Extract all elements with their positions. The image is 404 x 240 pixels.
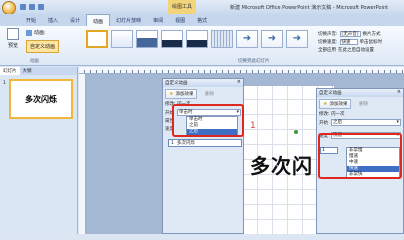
remove-button[interactable]: 删除 xyxy=(205,92,214,97)
apply-all-button[interactable]: 全部应用 xyxy=(318,47,336,53)
redo-icon[interactable] xyxy=(38,4,44,10)
sound-select[interactable]: [无声音] xyxy=(339,31,361,37)
animation-label: 动画: xyxy=(34,30,46,36)
animation-item-number: 1 xyxy=(171,141,174,146)
add-effect-label-2: 添加效果 xyxy=(329,102,348,107)
tab-format[interactable]: 格式 xyxy=(191,14,213,26)
window-title: 新建 Microsoft Office PowerPoint 演示文稿 - Mi… xyxy=(230,5,389,11)
quick-access-toolbar xyxy=(20,4,44,10)
transition-thumb-6[interactable] xyxy=(236,30,258,48)
slides-panel-tabs: 幻灯片 大纲 xyxy=(0,67,77,75)
speed-label: 切换速度: xyxy=(318,40,338,45)
modify-label-row-2: 修改: 闪一次 xyxy=(319,111,401,117)
transition-none-thumb[interactable] xyxy=(86,30,108,48)
preview-label: 预览 xyxy=(7,43,18,49)
pane-title-bar: 自定义动画 × xyxy=(163,79,243,87)
highlight-box-speed xyxy=(318,133,402,179)
tab-review[interactable]: 审阅 xyxy=(147,14,169,26)
custom-animation-pane-1: 自定义动画 × ★ 添加效果 删除 修改: 闪一次 开始 单击时 属性 速度 xyxy=(162,78,244,234)
pane-title-2: 自定义动画 xyxy=(319,91,342,96)
transition-options: 切换声音: [无声音] 换片方式 切换速度: 快速 单击鼠标时 全部应用 在此之… xyxy=(318,30,402,54)
highlight-box-start xyxy=(172,104,244,137)
animation-icon xyxy=(26,29,32,36)
slide-number: 1 xyxy=(3,81,6,86)
pane-title-bar-2: 自定义动画 × xyxy=(317,89,403,97)
custom-animation-button[interactable]: 自定义动画 xyxy=(26,40,60,53)
ribbon-tabs: 开始 插入 设计 动画 幻灯片放映 审阅 视图 格式 xyxy=(0,14,404,26)
undo-icon[interactable] xyxy=(29,4,35,10)
horizontal-ruler xyxy=(79,67,404,74)
office-button[interactable] xyxy=(2,1,16,15)
animation-selector[interactable]: 动画: xyxy=(26,29,46,36)
drawing-tools-context: 绘图工具 xyxy=(168,0,197,14)
after-checkbox[interactable]: 在此之后自动设置 xyxy=(338,47,374,53)
slide-thumbnail[interactable]: 多次闪烁 xyxy=(9,79,73,119)
transition-thumb-8[interactable] xyxy=(286,30,308,48)
tab-animations[interactable]: 动画 xyxy=(86,14,111,26)
tab-slideshow[interactable]: 幻灯片放映 xyxy=(110,14,147,26)
title-bar: 绘图工具 新建 Microsoft Office PowerPoint 演示文稿… xyxy=(0,0,404,15)
animation-item-text: 多次闪烁 xyxy=(176,141,195,146)
tab-outline[interactable]: 大纲 xyxy=(20,67,35,75)
preview-icon xyxy=(7,28,19,40)
speed-select[interactable]: 快速 xyxy=(339,39,358,45)
modify-label-2: 修改: 闪一次 xyxy=(319,112,345,117)
transition-thumb-3[interactable] xyxy=(161,30,183,48)
tab-view[interactable]: 视图 xyxy=(169,14,191,26)
tab-design[interactable]: 设计 xyxy=(64,14,86,26)
advance-label: 换片方式 xyxy=(362,32,381,37)
add-effect-button-2[interactable]: ★ 添加效果 xyxy=(319,99,352,109)
slide-title-text[interactable]: 多次闪 xyxy=(250,150,313,179)
transition-gallery xyxy=(86,30,308,48)
tab-insert[interactable]: 插入 xyxy=(42,14,64,26)
sound-label: 切换声音: xyxy=(318,32,338,37)
transition-thumb-4[interactable] xyxy=(186,30,208,48)
add-effect-button[interactable]: ★ 添加效果 xyxy=(165,89,198,99)
preview-button[interactable]: 预览 xyxy=(3,28,23,54)
vertical-ruler xyxy=(79,74,86,234)
transition-thumb-1[interactable] xyxy=(111,30,133,48)
start-label-2: 开始 xyxy=(319,120,328,126)
rotate-handle[interactable] xyxy=(294,130,298,134)
tab-home[interactable]: 开始 xyxy=(20,14,42,26)
animation-list-item[interactable]: 1 多次闪烁 xyxy=(168,139,242,147)
start-select-2[interactable]: 之后 xyxy=(331,119,401,126)
group-label-transition: 切换到此幻灯片 xyxy=(238,59,270,64)
remove-button-2[interactable]: 删除 xyxy=(359,102,368,107)
animation-list-item-2[interactable]: 1 xyxy=(320,147,338,154)
save-icon[interactable] xyxy=(20,4,26,10)
slides-panel: 幻灯片 大纲 1 多次闪烁 xyxy=(0,67,78,234)
group-label-animation: 动画 xyxy=(30,59,39,64)
add-effect-label: 添加效果 xyxy=(175,92,194,97)
transition-thumb-7[interactable] xyxy=(261,30,283,48)
transition-thumb-5[interactable] xyxy=(211,30,233,48)
ribbon: 预览 动画: 自定义动画 动画 切换到此幻灯片 切换声音: [无声音] 换片方式… xyxy=(0,26,404,66)
pane-title: 自定义动画 xyxy=(165,81,188,86)
close-icon[interactable]: × xyxy=(237,80,241,86)
star-icon: ★ xyxy=(169,91,174,97)
start-row-2: 开始 之后 xyxy=(319,119,401,126)
on-click-checkbox[interactable]: 单击鼠标时 xyxy=(360,39,383,45)
transition-thumb-2[interactable] xyxy=(136,30,158,48)
tab-slides[interactable]: 幻灯片 xyxy=(0,67,20,75)
animation-order-tag: 1 xyxy=(250,121,256,131)
star-icon-2: ★ xyxy=(323,101,328,107)
close-icon-2[interactable]: × xyxy=(397,90,401,96)
